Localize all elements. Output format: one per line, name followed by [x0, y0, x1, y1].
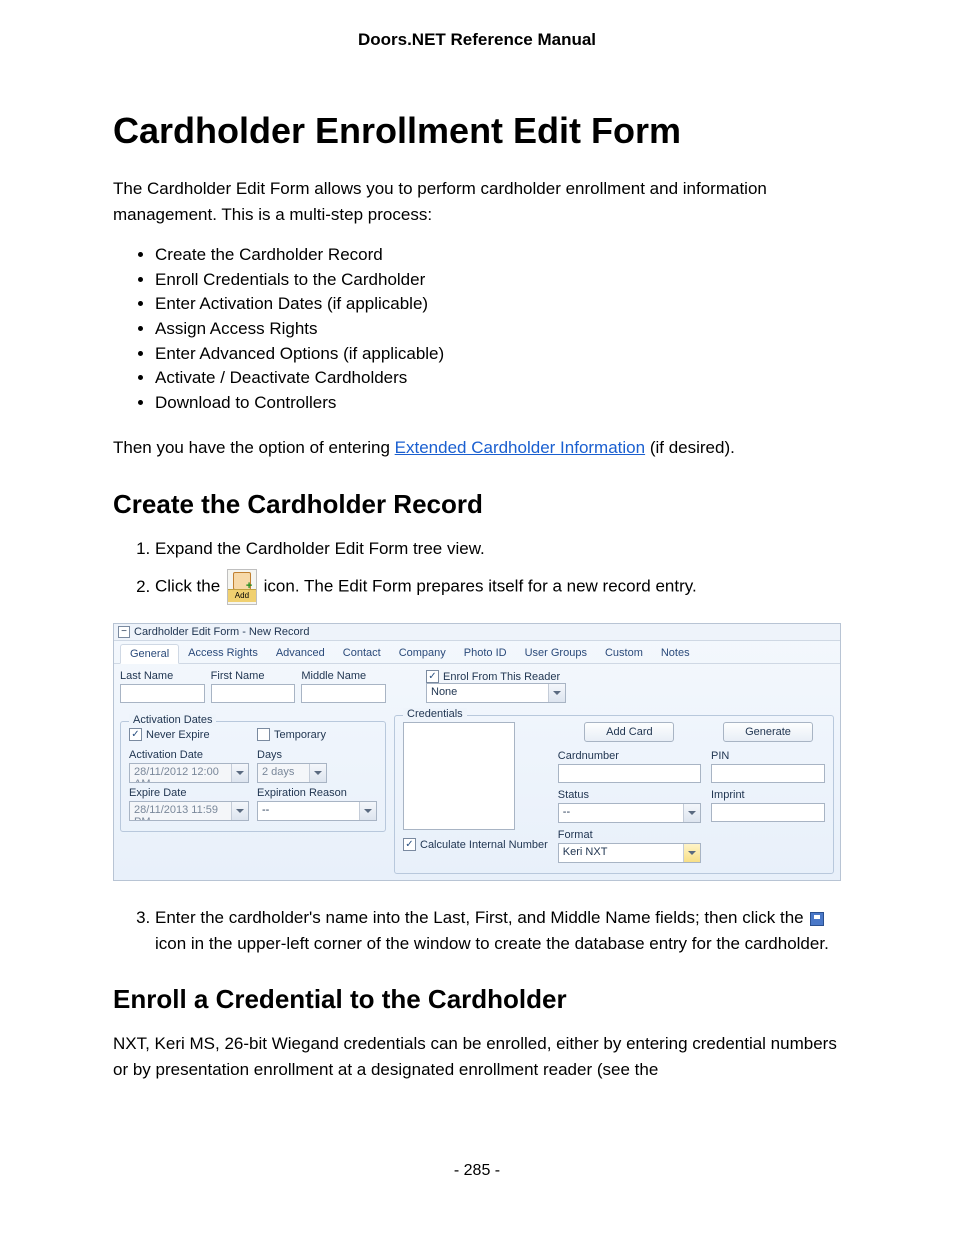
chevron-down-icon	[683, 804, 700, 822]
activation-date-label: Activation Date	[129, 749, 249, 761]
enroll-reader-checkbox[interactable]: ✓	[426, 670, 439, 683]
activation-fieldset: Activation Dates ✓ Never Expire Temporar…	[120, 721, 386, 832]
heading-enroll: Enroll a Credential to the Cardholder	[113, 984, 841, 1015]
chevron-down-icon	[548, 684, 565, 702]
middle-name-input[interactable]	[301, 684, 386, 703]
page-number: - 285 -	[113, 1162, 841, 1180]
save-icon	[810, 912, 824, 926]
step-3: Enter the cardholder's name into the Las…	[155, 905, 841, 956]
list-item: Enter Advanced Options (if applicable)	[155, 342, 841, 367]
doc-header: Doors.NET Reference Manual	[113, 30, 841, 50]
tab-notes[interactable]: Notes	[652, 644, 699, 663]
tab-general[interactable]: General	[120, 644, 179, 664]
create-steps: Expand the Cardholder Edit Form tree vie…	[113, 536, 841, 606]
temporary-label: Temporary	[274, 729, 326, 741]
last-name-input[interactable]	[120, 684, 205, 703]
add-icon: + Add	[227, 569, 257, 605]
list-item: Download to Controllers	[155, 391, 841, 416]
format-dropdown[interactable]: Keri NXT	[558, 843, 701, 863]
add-card-button[interactable]: Add Card	[584, 722, 674, 742]
never-expire-label: Never Expire	[146, 729, 210, 741]
never-expire-checkbox[interactable]: ✓	[129, 728, 142, 741]
list-item: Enroll Credentials to the Cardholder	[155, 268, 841, 293]
create-steps-continued: Enter the cardholder's name into the Las…	[113, 905, 841, 956]
tab-company[interactable]: Company	[390, 644, 455, 663]
page-title: Cardholder Enrollment Edit Form	[113, 110, 841, 152]
calc-internal-checkbox[interactable]: ✓	[403, 838, 416, 851]
heading-create: Create the Cardholder Record	[113, 489, 841, 520]
tab-user-groups[interactable]: User Groups	[516, 644, 596, 663]
enroll-reader-label: Enrol From This Reader	[443, 671, 560, 683]
then-paragraph: Then you have the option of entering Ext…	[113, 435, 841, 461]
chevron-down-icon	[231, 802, 248, 820]
days-label: Days	[257, 749, 377, 761]
enroll-paragraph: NXT, Keri MS, 26-bit Wiegand credentials…	[113, 1031, 841, 1082]
status-dropdown[interactable]: --	[558, 803, 701, 823]
chevron-down-icon	[231, 764, 248, 782]
cardnumber-label: Cardnumber	[558, 750, 701, 762]
first-name-label: First Name	[211, 670, 296, 682]
imprint-label: Imprint	[711, 789, 825, 801]
step-1: Expand the Cardholder Edit Form tree vie…	[155, 536, 841, 562]
intro-paragraph: The Cardholder Edit Form allows you to p…	[113, 176, 841, 227]
tab-custom[interactable]: Custom	[596, 644, 652, 663]
expire-date-label: Expire Date	[129, 787, 249, 799]
days-dropdown[interactable]: 2 days	[257, 763, 327, 783]
credentials-fieldset: Credentials ✓ Calculate Internal Number …	[394, 715, 834, 874]
calc-internal-label: Calculate Internal Number	[420, 839, 548, 851]
window-title: Cardholder Edit Form - New Record	[134, 626, 309, 638]
edit-form-window: − Cardholder Edit Form - New Record Gene…	[113, 623, 841, 881]
pin-input[interactable]	[711, 764, 825, 783]
middle-name-label: Middle Name	[301, 670, 386, 682]
credentials-listbox[interactable]	[403, 722, 515, 830]
activation-date-dropdown[interactable]: 28/11/2012 12:00 AM	[129, 763, 249, 783]
pin-label: PIN	[711, 750, 825, 762]
step-2: Click the + Add icon. The Edit Form prep…	[155, 569, 841, 605]
cardnumber-input[interactable]	[558, 764, 701, 783]
tab-bar: General Access Rights Advanced Contact C…	[114, 641, 840, 664]
last-name-label: Last Name	[120, 670, 205, 682]
imprint-input[interactable]	[711, 803, 825, 822]
activation-legend: Activation Dates	[129, 714, 216, 726]
list-item: Assign Access Rights	[155, 317, 841, 342]
extended-info-link[interactable]: Extended Cardholder Information	[395, 438, 645, 457]
credentials-legend: Credentials	[403, 708, 467, 720]
list-item: Activate / Deactivate Cardholders	[155, 366, 841, 391]
format-label: Format	[558, 829, 701, 841]
tab-photo-id[interactable]: Photo ID	[455, 644, 516, 663]
tab-advanced[interactable]: Advanced	[267, 644, 334, 663]
chevron-down-icon	[683, 844, 700, 862]
expiration-reason-label: Expiration Reason	[257, 787, 377, 799]
list-item: Create the Cardholder Record	[155, 243, 841, 268]
window-titlebar: − Cardholder Edit Form - New Record	[114, 624, 840, 641]
tab-access-rights[interactable]: Access Rights	[179, 644, 267, 663]
list-item: Enter Activation Dates (if applicable)	[155, 292, 841, 317]
first-name-input[interactable]	[211, 684, 296, 703]
expire-date-dropdown[interactable]: 28/11/2013 11:59 PM	[129, 801, 249, 821]
chevron-down-icon	[309, 764, 326, 782]
status-label: Status	[558, 789, 701, 801]
tab-contact[interactable]: Contact	[334, 644, 390, 663]
process-list: Create the Cardholder Record Enroll Cred…	[113, 243, 841, 415]
enroll-reader-dropdown[interactable]: None	[426, 683, 566, 703]
chevron-down-icon	[359, 802, 376, 820]
generate-button[interactable]: Generate	[723, 722, 813, 742]
collapse-icon[interactable]: −	[118, 626, 130, 638]
expiration-reason-dropdown[interactable]: --	[257, 801, 377, 821]
temporary-checkbox[interactable]	[257, 728, 270, 741]
